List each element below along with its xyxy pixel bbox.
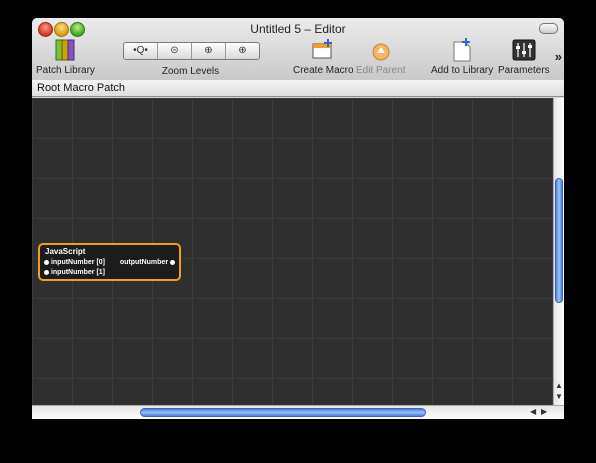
parameters-label: Parameters [498,65,550,76]
scroll-left-arrow-icon[interactable]: ◀ [530,407,536,416]
editor-window: Untitled 5 – Editor Patch Library •Q• ⊝ … [32,18,564,419]
create-macro-button[interactable]: Create Macro [293,38,354,76]
create-macro-label: Create Macro [293,65,354,76]
horizontal-scroll-thumb[interactable] [140,408,426,417]
toolbar-toggle-button[interactable] [539,23,558,34]
toolbar-overflow-icon[interactable]: » [555,49,562,64]
zoom-levels-label: Zoom Levels [161,66,220,77]
input-port-0-label: inputNumber [0] [50,259,106,266]
patch-library-label: Patch Library [36,65,95,76]
zoom-level-control: •Q• ⊝ ⊕ ⊕ [123,42,260,60]
zoom-fit-button[interactable]: ⊕ [192,43,226,59]
edit-parent-button[interactable]: Edit Parent [356,38,405,76]
zoom-actual-size-button[interactable]: •Q• [124,43,158,59]
input-port-1-label: inputNumber [1] [50,269,106,276]
output-port-0-dot-icon[interactable] [170,259,175,265]
patch-title: JavaScript [45,247,86,256]
scroll-up-arrow-icon[interactable]: ▲ [555,381,563,390]
scroll-down-arrow-icon[interactable]: ▼ [555,392,563,401]
sliders-icon [512,39,536,61]
breadcrumb: Root Macro Patch [32,80,564,97]
edit-parent-icon [372,43,390,61]
parameters-button[interactable]: Parameters [498,38,550,76]
edit-parent-label: Edit Parent [356,65,406,76]
vertical-scroll-thumb[interactable] [555,178,563,303]
create-macro-icon [312,39,333,59]
zoom-in-button[interactable]: ⊕ [226,43,259,59]
output-port-0[interactable]: outputNumber [120,259,175,266]
scroll-right-arrow-icon[interactable]: ▶ [541,407,547,416]
add-to-library-label: Add to Library [431,65,494,76]
window-title: Untitled 5 – Editor [250,22,346,36]
title-bar: Untitled 5 – Editor Patch Library •Q• ⊝ … [32,18,564,81]
output-port-0-label: outputNumber [119,259,169,266]
input-port-1[interactable]: inputNumber [1] [44,269,105,276]
zoom-out-button[interactable]: ⊝ [158,43,192,59]
patch-editor-canvas[interactable]: JavaScript inputNumber [0] inputNumber [… [32,98,553,405]
add-document-icon [453,38,471,62]
horizontal-scrollbar[interactable]: ◀ ▶ [32,405,564,419]
javascript-patch[interactable]: JavaScript inputNumber [0] inputNumber [… [38,243,181,281]
patch-library-button[interactable]: Patch Library [36,38,95,76]
vertical-scrollbar[interactable]: ▲ ▼ [553,98,564,405]
input-port-0[interactable]: inputNumber [0] [44,259,105,266]
books-icon [55,39,75,61]
input-port-0-dot-icon[interactable] [44,259,49,265]
add-to-library-button[interactable]: Add to Library [431,38,493,76]
input-port-1-dot-icon[interactable] [44,269,49,275]
